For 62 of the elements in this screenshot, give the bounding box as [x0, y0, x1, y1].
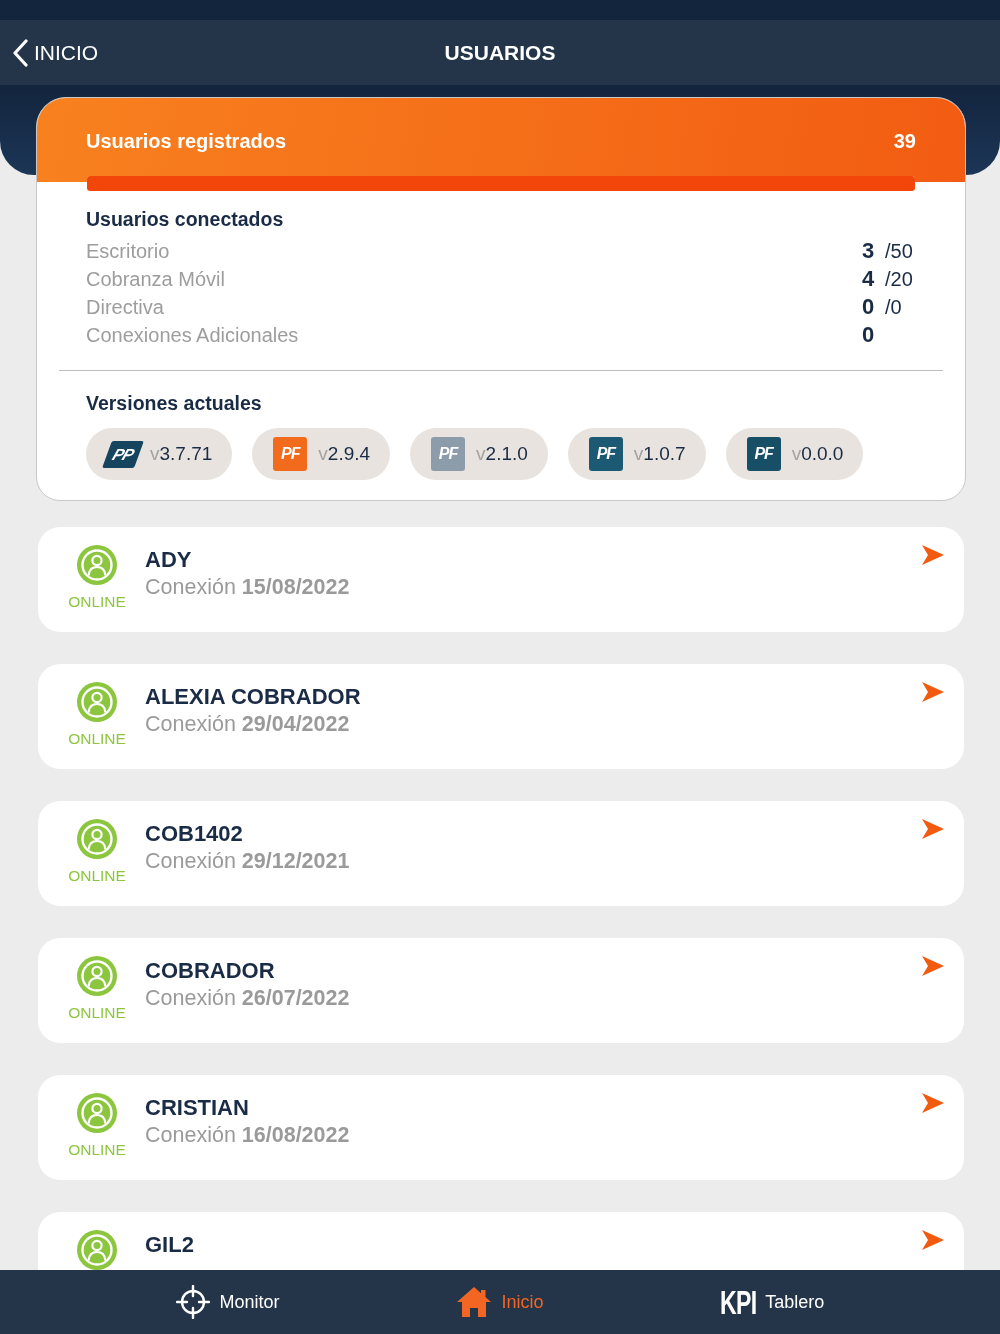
user-name: COB1402 [145, 820, 243, 848]
kpi-logo: KPI [719, 1287, 757, 1317]
last-connection-text: Conexión 15/08/2022 [145, 574, 350, 600]
status-label: ONLINE [68, 1004, 126, 1022]
connected-count: 4 [862, 266, 875, 291]
arrow-icon [922, 545, 944, 565]
user-card[interactable]: ONLINE COB1402 Conexión 29/12/2021 [38, 801, 964, 906]
connected-count: 0 [862, 294, 875, 319]
user-card[interactable]: GIL2 [38, 1212, 964, 1270]
tab-bar-item[interactable]: KPI Tablero [719, 1287, 825, 1317]
user-card[interactable]: ONLINE ADY Conexión 15/08/2022 [38, 527, 964, 632]
connected-count: 0 [862, 322, 875, 347]
arrow-icon [922, 1230, 944, 1250]
last-connection-text: Conexión 29/12/2021 [145, 848, 350, 874]
user-name: GIL2 [145, 1231, 194, 1259]
connection-limit: /20 [885, 268, 913, 290]
app-logo: PF [746, 437, 781, 471]
user-card[interactable]: ONLINE COBRADOR Conexión 26/07/2022 [38, 938, 964, 1043]
last-connection-text: Conexión 29/04/2022 [145, 711, 350, 737]
version-label: v2.9.4 [318, 443, 371, 465]
tab-bar-item[interactable]: Monitor [176, 1285, 280, 1319]
connection-type-label: Conexiones Adicionales [86, 323, 299, 346]
page-title: USUARIOS [444, 40, 556, 65]
app-logo: PF [588, 437, 623, 471]
crosshair-icon [176, 1285, 211, 1319]
last-connection-text: Conexión 26/07/2022 [145, 985, 350, 1011]
connection-type-label: Cobranza Móvil [86, 267, 225, 290]
user-card[interactable]: ONLINE ALEXIA COBRADOR Conexión 29/04/2022 [38, 664, 964, 769]
version-label: v3.7.71 [150, 443, 213, 465]
section-title: Versiones actuales [86, 392, 263, 414]
version-label: v1.0.7 [633, 443, 686, 465]
user-name: COBRADOR [145, 957, 275, 985]
app-logo: PF [431, 437, 466, 471]
registered-users-label: Usuarios registrados [86, 129, 287, 153]
home-icon [456, 1286, 493, 1318]
connection-limit: /0 [885, 296, 902, 318]
arrow-icon [922, 819, 944, 839]
status-label: ONLINE [68, 593, 126, 611]
app-logo: PF [273, 437, 308, 471]
version-label: v2.1.0 [476, 443, 528, 465]
chevron-left-icon [12, 38, 28, 67]
registered-users-count: 39 [893, 129, 916, 153]
section-title: Usuarios conectados [86, 208, 285, 230]
arrow-icon [922, 956, 944, 976]
back-button[interactable]: INICIO [12, 38, 99, 67]
user-name: ADY [145, 546, 192, 574]
tab-bar-item[interactable]: Inicio [456, 1286, 544, 1318]
app-logo: PP [102, 440, 144, 468]
connection-type-label: Escritorio [86, 239, 170, 262]
connected-count: 3 [862, 238, 875, 263]
arrow-icon [922, 1093, 944, 1113]
version-label: v0.0.0 [791, 443, 844, 465]
user-name: ALEXIA COBRADOR [145, 683, 361, 711]
last-connection-text: Conexión 16/08/2022 [145, 1122, 350, 1148]
connection-limit: /50 [885, 240, 913, 262]
arrow-icon [922, 682, 944, 702]
status-label: ONLINE [68, 1141, 126, 1159]
user-card[interactable]: ONLINE CRISTIAN Conexión 16/08/2022 [38, 1075, 964, 1180]
connection-type-label: Directiva [86, 295, 164, 318]
status-label: ONLINE [68, 867, 126, 885]
status-label: ONLINE [68, 730, 126, 748]
user-name: CRISTIAN [145, 1094, 249, 1122]
